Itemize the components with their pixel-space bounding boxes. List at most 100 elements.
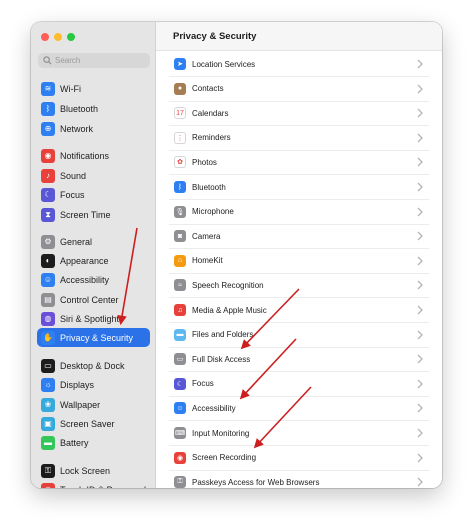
chevron-right-icon — [417, 108, 423, 118]
sidebar-item[interactable]: ⚙ General — [37, 232, 150, 251]
accessibility-icon: ☺ — [41, 272, 55, 287]
privacy-row-label: Bluetooth — [192, 182, 226, 192]
screen-recording-icon: ◉ — [174, 451, 186, 464]
page-title: Privacy & Security — [173, 31, 257, 42]
desktop-icon: ▭ — [41, 358, 55, 373]
search-input[interactable] — [55, 56, 135, 65]
search-field[interactable] — [38, 53, 150, 68]
hourglass-icon: ⧗ — [41, 207, 55, 222]
icon-glyph: ⚿ — [44, 465, 52, 475]
sidebar-item[interactable]: ▤ Control Center — [37, 290, 150, 309]
icon-glyph: ▭ — [44, 361, 52, 370]
disk-icon: ▭ — [174, 353, 186, 366]
privacy-row[interactable]: ⋮ Reminders — [169, 126, 429, 151]
icon-glyph: ▤ — [44, 295, 52, 304]
main-header: Privacy & Security — [156, 22, 442, 51]
sidebar-item[interactable]: ⊕ Network — [37, 119, 150, 138]
privacy-row[interactable]: ☺ Accessibility — [169, 396, 429, 422]
zoom-button[interactable] — [67, 33, 75, 41]
moon-icon: ☾ — [41, 187, 55, 202]
privacy-row[interactable]: ☾ Focus — [169, 372, 429, 397]
music-icon: ♫ — [174, 304, 186, 316]
privacy-row[interactable]: ♫ Media & Apple Music — [169, 298, 429, 323]
chevron-right-icon — [417, 453, 423, 463]
icon-glyph: 17 — [176, 109, 184, 117]
sidebar-item-label: Wi-Fi — [60, 83, 81, 94]
privacy-row[interactable]: ⚿ Passkeys Access for Web Browsers — [169, 470, 429, 488]
sidebar-item[interactable]: ▬ Battery — [37, 433, 150, 452]
privacy-row[interactable]: 🎙 Microphone — [169, 200, 429, 225]
control-center-icon: ▤ — [41, 292, 55, 307]
privacy-row-label: Location Services — [192, 59, 256, 69]
sidebar-item-label: Displays — [60, 379, 95, 390]
sidebar-item-label: Appearance — [60, 255, 109, 266]
sidebar-item[interactable]: ✋ Privacy & Security — [37, 328, 150, 347]
sidebar-item[interactable]: ◉ Notifications — [37, 146, 150, 165]
privacy-row[interactable]: ◉ Screen Recording — [169, 446, 429, 471]
chevron-right-icon — [417, 428, 423, 438]
sidebar-item[interactable]: ▣ Screen Saver — [37, 414, 150, 433]
sidebar-item-label: Battery — [60, 437, 89, 448]
icon-glyph: ≈ — [178, 281, 182, 289]
sidebar-item[interactable]: ⚿ Lock Screen — [37, 461, 150, 480]
sidebar-item[interactable]: ♪ Sound — [37, 166, 150, 185]
icon-glyph: ⊕ — [44, 124, 52, 133]
icon-glyph: ▬ — [176, 331, 184, 339]
privacy-row[interactable]: ◙ Camera — [169, 224, 429, 250]
sidebar-item[interactable]: ≋ Wi-Fi — [37, 79, 150, 98]
privacy-row[interactable]: ➤ Location Services — [169, 52, 429, 77]
sidebar-item[interactable]: ⧗ Screen Time — [37, 205, 150, 224]
main-panel: Privacy & Security ➤ Location Services ● Co… — [156, 22, 442, 488]
privacy-row[interactable]: ▭ Full Disk Access — [169, 347, 429, 373]
globe-icon: ⊕ — [41, 121, 55, 136]
close-button[interactable] — [41, 33, 49, 41]
minimize-button[interactable] — [54, 33, 62, 41]
sidebar-item[interactable]: ❀ Wallpaper — [37, 395, 150, 414]
sidebar-item[interactable]: ◐ Appearance — [37, 251, 150, 270]
privacy-row[interactable]: ● Contacts — [169, 77, 429, 102]
wallpaper-icon: ❀ — [41, 397, 55, 412]
icon-glyph: ◉ — [176, 454, 184, 462]
lock-icon: ⚿ — [41, 463, 55, 478]
sidebar-item-label: Wallpaper — [60, 399, 101, 410]
sidebar-item-label: Desktop & Dock — [60, 360, 125, 371]
display-icon: ☼ — [41, 377, 55, 392]
sidebar-item[interactable]: ☾ Focus — [37, 185, 150, 204]
privacy-row[interactable]: ᛒ Bluetooth — [169, 175, 429, 200]
sidebar-item[interactable]: ᛒ Bluetooth — [37, 99, 150, 118]
icon-glyph: ⚿ — [177, 478, 183, 486]
sidebar-item[interactable]: ▭ Desktop & Dock — [37, 356, 150, 375]
settings-window: ≋ Wi-Fi ᛒ Bluetooth ⊕ Network ◉ Notifications ♪ S… — [31, 22, 442, 488]
sidebar-item-label: Accessibility — [60, 274, 110, 285]
icon-glyph: ◉ — [44, 151, 52, 160]
privacy-row[interactable]: ⌂ HomeKit — [169, 249, 429, 274]
privacy-row[interactable]: ≈ Speech Recognition — [169, 273, 429, 299]
sidebar-item[interactable]: ☼ Displays — [37, 375, 150, 394]
icon-glyph: ❀ — [44, 400, 52, 409]
sidebar-item[interactable]: ◎ Touch ID & Password — [37, 480, 150, 488]
privacy-row-label: Photos — [192, 157, 217, 167]
privacy-row[interactable]: ✿ Photos — [169, 150, 429, 176]
icon-glyph: ☺ — [176, 404, 184, 412]
privacy-row-label: Focus — [192, 379, 214, 389]
folder-icon: ▬ — [174, 328, 186, 341]
privacy-row[interactable]: 17 Calendars — [169, 101, 429, 127]
icon-glyph: ◙ — [177, 232, 183, 240]
icon-glyph: ✿ — [177, 159, 183, 167]
privacy-row-label: Media & Apple Music — [192, 305, 267, 315]
privacy-row[interactable]: ⌨ Input Monitoring — [169, 421, 429, 446]
chevron-right-icon — [417, 403, 423, 413]
privacy-row-label: HomeKit — [192, 256, 223, 266]
privacy-row-label: Passkeys Access for Web Browsers — [192, 477, 320, 487]
chevron-right-icon — [417, 477, 423, 487]
chevron-right-icon — [417, 256, 423, 266]
chevron-right-icon — [417, 133, 423, 143]
sidebar-item[interactable]: ◍ Siri & Spotlight — [37, 309, 150, 328]
privacy-row[interactable]: ▬ Files and Folders — [169, 323, 429, 348]
privacy-list: ➤ Location Services ● Contacts 17 Calendars ⋮ R… — [169, 52, 429, 488]
sidebar-item[interactable]: ☺ Accessibility — [37, 270, 150, 289]
icon-glyph: 🎙 — [175, 208, 185, 216]
chevron-right-icon — [417, 231, 423, 241]
icon-glyph: ᛒ — [177, 183, 183, 191]
privacy-row-label: Microphone — [192, 207, 234, 217]
